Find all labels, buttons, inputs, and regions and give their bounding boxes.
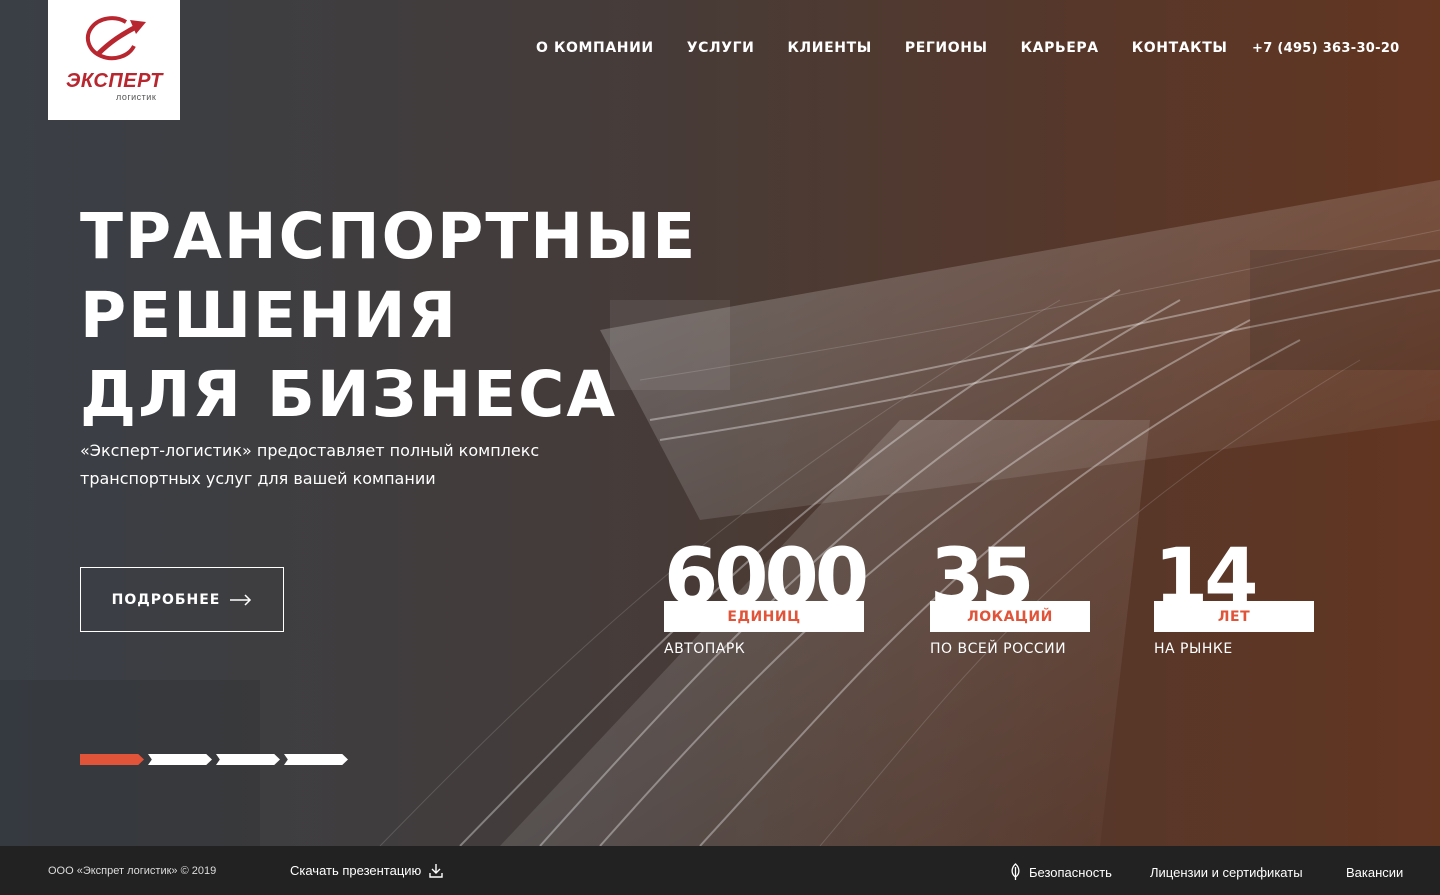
nav-item-clients[interactable]: КЛИЕНТЫ <box>788 40 872 56</box>
page-title: ТРАНСПОРТНЫЕ РЕШЕНИЯ ДЛЯ БИЗНЕСА <box>80 197 1080 434</box>
logo-subtitle: логистик <box>116 92 157 102</box>
stat-label: АВТОПАРК <box>664 641 746 657</box>
footer-link-security[interactable]: Безопасность <box>1010 862 1112 880</box>
nav-item-about[interactable]: О КОМПАНИИ <box>536 40 654 56</box>
stat-label: НА РЫНКЕ <box>1154 641 1233 657</box>
arrow-right-icon <box>230 593 252 606</box>
footer-link-licenses[interactable]: Лицензии и сертификаты <box>1150 865 1303 880</box>
stat-unit-badge: ЕДИНИЦ <box>664 601 864 632</box>
copyright: ООО «Экспрет логистик» © 2019 <box>48 865 217 877</box>
nav-item-services[interactable]: УСЛУГИ <box>687 40 755 56</box>
logo[interactable]: ЭКСПЕРТ логистик <box>48 0 180 120</box>
slider-pagination <box>80 754 352 765</box>
stat-label: ПО ВСЕЙ РОССИИ <box>930 641 1067 657</box>
logo-arrow-icon <box>85 16 146 61</box>
nav-item-career[interactable]: КАРЬЕРА <box>1021 40 1099 56</box>
download-presentation-link[interactable]: Скачать презентацию <box>290 863 443 878</box>
footer-link-vacancies[interactable]: Вакансии <box>1346 865 1403 880</box>
slider-dot-3[interactable] <box>216 754 280 765</box>
phone-link[interactable]: +7 (495) 363-30-20 <box>1252 41 1400 56</box>
nav-item-contacts[interactable]: КОНТАКТЫ <box>1132 40 1228 56</box>
download-presentation-label: Скачать презентацию <box>290 863 422 878</box>
slider-dot-4[interactable] <box>284 754 348 765</box>
nav-item-regions[interactable]: РЕГИОНЫ <box>905 40 988 56</box>
stat-unit-badge: ЛЕТ <box>1154 601 1314 632</box>
footer: ООО «Экспрет логистик» © 2019 Скачать пр… <box>0 846 1440 895</box>
leaf-icon <box>1011 862 1020 880</box>
slider-dot-1[interactable] <box>80 754 144 765</box>
main-nav: О КОМПАНИИ УСЛУГИ КЛИЕНТЫ РЕГИОНЫ КАРЬЕР… <box>536 40 1260 56</box>
logo-title: ЭКСПЕРТ <box>66 70 163 92</box>
download-icon <box>429 864 443 878</box>
stat-unit-badge: ЛОКАЦИЙ <box>930 601 1090 632</box>
hero-description-line-1: «Эксперт-логистик» предоставляет полный … <box>80 441 540 460</box>
more-button[interactable]: ПОДРОБНЕЕ <box>80 567 284 632</box>
more-button-label: ПОДРОБНЕЕ <box>111 591 221 608</box>
headline-line-1: ТРАНСПОРТНЫЕ РЕШЕНИЯ <box>80 200 698 352</box>
slider-dot-2[interactable] <box>148 754 212 765</box>
hero-description-line-2: транспортных услуг для вашей компании <box>80 469 436 488</box>
hero-description: «Эксперт-логистик» предоставляет полный … <box>80 437 560 493</box>
headline-line-2: ДЛЯ БИЗНЕСА <box>80 358 618 431</box>
footer-link-security-label: Безопасность <box>1029 865 1112 880</box>
